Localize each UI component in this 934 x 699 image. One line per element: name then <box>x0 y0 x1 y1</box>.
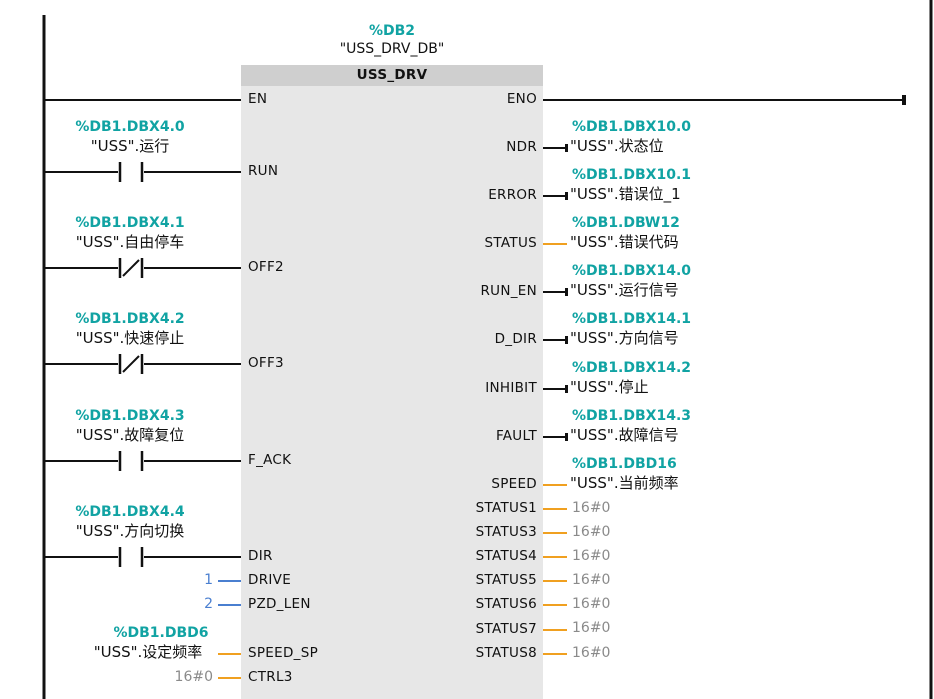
contact-dir[interactable] <box>44 547 241 567</box>
pin-run: RUN <box>248 163 279 179</box>
status6-value[interactable]: 16#0 <box>572 597 610 611</box>
status5-value[interactable]: 16#0 <box>572 573 610 587</box>
pin-status6: STATUS6 <box>475 596 537 612</box>
ctrl3-value[interactable]: 16#0 <box>175 670 213 684</box>
contact-f-ack[interactable] <box>44 451 241 471</box>
f-ack-symbol[interactable]: "USS".故障复位 <box>76 428 185 443</box>
pin-off2: OFF2 <box>248 259 284 275</box>
fault-symbol[interactable]: "USS".故障信号 <box>570 428 679 443</box>
d-dir-address[interactable]: %DB1.DBX14.1 <box>572 312 691 326</box>
pin-eno: ENO <box>506 91 537 107</box>
contact-run[interactable] <box>44 162 241 182</box>
pin-off3: OFF3 <box>248 355 284 371</box>
inhibit-address[interactable]: %DB1.DBX14.2 <box>572 361 691 375</box>
speed-sp-symbol[interactable]: "USS".设定频率 <box>94 645 203 660</box>
contact-off2[interactable] <box>44 258 241 278</box>
ndr-address[interactable]: %DB1.DBX10.0 <box>572 120 691 134</box>
pin-ctrl3: CTRL3 <box>248 669 293 685</box>
run-en-symbol[interactable]: "USS".运行信号 <box>570 283 679 298</box>
speed-address[interactable]: %DB1.DBD16 <box>572 457 677 471</box>
f-ack-address[interactable]: %DB1.DBX4.3 <box>75 409 184 423</box>
pin-error: ERROR <box>488 187 537 203</box>
block-name: USS_DRV <box>356 67 428 83</box>
pin-d-dir: D_DIR <box>494 331 537 347</box>
speed-sp-address[interactable]: %DB1.DBD6 <box>113 626 208 640</box>
run-address[interactable]: %DB1.DBX4.0 <box>75 120 184 134</box>
pin-status: STATUS <box>484 235 537 251</box>
status8-value[interactable]: 16#0 <box>572 646 610 660</box>
off3-address[interactable]: %DB1.DBX4.2 <box>75 312 184 326</box>
ladder-network: USS_DRV %DB2 "USS_DRV_DB" EN RUN OFF2 OF… <box>0 0 934 699</box>
off3-symbol[interactable]: "USS".快速停止 <box>76 331 185 346</box>
output-wires <box>543 144 568 655</box>
off2-symbol[interactable]: "USS".自由停车 <box>76 235 185 250</box>
pin-en: EN <box>248 91 268 107</box>
inhibit-symbol[interactable]: "USS".停止 <box>570 380 649 395</box>
off2-address[interactable]: %DB1.DBX4.1 <box>75 216 184 230</box>
status4-value[interactable]: 16#0 <box>572 549 610 563</box>
pin-status4: STATUS4 <box>475 548 537 564</box>
pin-speed: SPEED <box>491 476 537 492</box>
pin-f-ack: F_ACK <box>248 452 292 468</box>
pin-drive: DRIVE <box>248 572 292 588</box>
error-address[interactable]: %DB1.DBX10.1 <box>572 168 691 182</box>
status3-value[interactable]: 16#0 <box>572 525 610 539</box>
contact-off3[interactable] <box>44 354 241 374</box>
dir-address[interactable]: %DB1.DBX4.4 <box>75 505 184 519</box>
pin-status3: STATUS3 <box>475 524 537 540</box>
status7-value[interactable]: 16#0 <box>572 621 610 635</box>
pin-pzd-len: PZD_LEN <box>248 596 311 612</box>
pin-run-en: RUN_EN <box>480 283 537 299</box>
speed-symbol[interactable]: "USS".当前频率 <box>570 476 679 491</box>
status-address[interactable]: %DB1.DBW12 <box>572 216 680 230</box>
pin-speed-sp: SPEED_SP <box>248 645 319 661</box>
status1-value[interactable]: 16#0 <box>572 501 610 515</box>
pin-inhibit: INHIBIT <box>485 380 537 396</box>
pin-status1: STATUS1 <box>475 500 537 516</box>
ndr-symbol[interactable]: "USS".状态位 <box>570 139 664 154</box>
pin-ndr: NDR <box>506 139 537 155</box>
status-symbol[interactable]: "USS".错误代码 <box>570 235 679 250</box>
dir-symbol[interactable]: "USS".方向切换 <box>76 524 185 539</box>
pin-status8: STATUS8 <box>475 645 537 661</box>
error-symbol[interactable]: "USS".错误位_1 <box>570 187 681 202</box>
pin-status7: STATUS7 <box>475 621 537 637</box>
pin-fault: FAULT <box>495 428 537 444</box>
run-en-address[interactable]: %DB1.DBX14.0 <box>572 264 691 278</box>
pin-dir: DIR <box>248 548 273 564</box>
d-dir-symbol[interactable]: "USS".方向信号 <box>570 331 679 346</box>
drive-value[interactable]: 1 <box>204 573 213 587</box>
instance-db-name[interactable]: "USS_DRV_DB" <box>340 42 445 56</box>
run-symbol[interactable]: "USS".运行 <box>91 139 170 154</box>
eno-terminator <box>902 95 906 105</box>
fault-address[interactable]: %DB1.DBX14.3 <box>572 409 691 423</box>
pzd-len-value[interactable]: 2 <box>204 597 213 611</box>
pin-status5: STATUS5 <box>475 572 537 588</box>
instance-db-address: %DB2 <box>368 23 416 39</box>
